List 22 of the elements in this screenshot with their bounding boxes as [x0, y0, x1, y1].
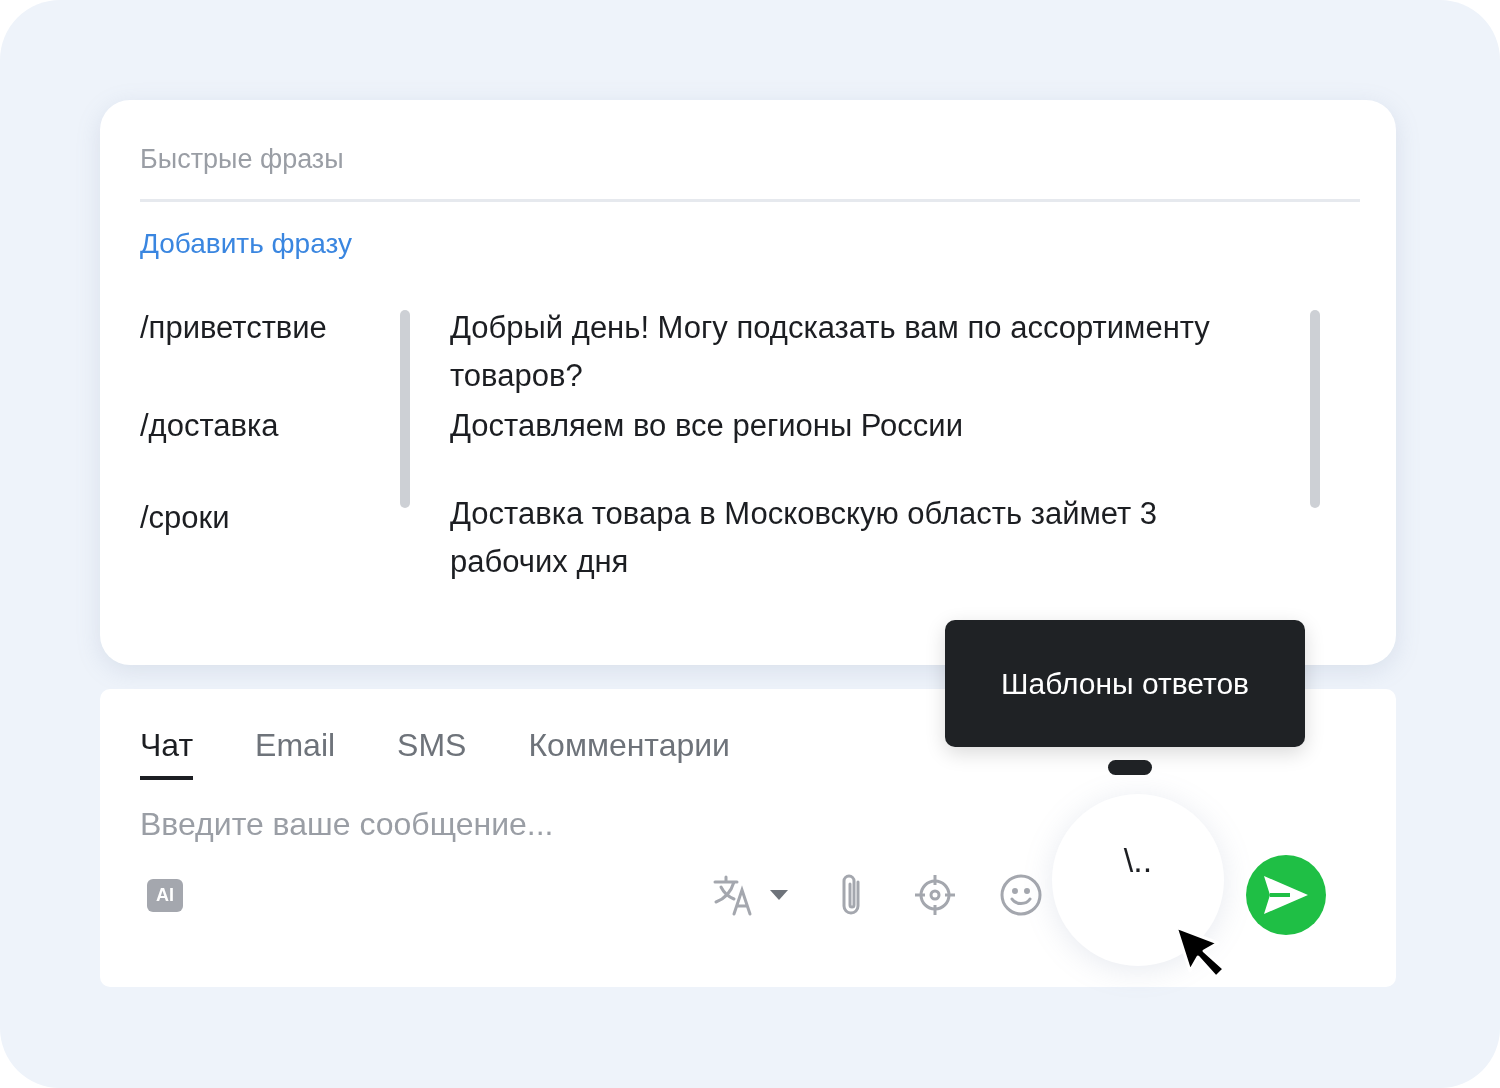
- tooltip-tail: [1108, 760, 1152, 775]
- phrase-text[interactable]: Доставка товара в Московскую область займет 3 рабочих дня: [450, 490, 1270, 586]
- send-icon: [1264, 876, 1308, 914]
- channel-tab[interactable]: SMS: [397, 719, 467, 780]
- caret-icon[interactable]: [770, 890, 788, 900]
- templates-button[interactable]: \..: [1052, 794, 1224, 966]
- phrase-command[interactable]: /доставка: [140, 402, 400, 494]
- phrase-text[interactable]: Доставляем во все регионы России: [450, 402, 1270, 450]
- scrollbar[interactable]: [400, 310, 410, 508]
- channel-tab[interactable]: Чат: [140, 719, 194, 780]
- channel-tab[interactable]: Комментарии: [528, 719, 730, 780]
- channel-tab[interactable]: Email: [255, 719, 336, 780]
- search-field[interactable]: Быстрые фразы: [140, 140, 1360, 202]
- phrase-text[interactable]: Добрый день! Могу подсказать вам по ассортименту товаров?: [450, 304, 1270, 400]
- scrollbar[interactable]: [1310, 310, 1320, 508]
- crosshair-icon[interactable]: [914, 874, 956, 916]
- add-phrase-link[interactable]: Добавить фразу: [140, 228, 352, 260]
- phrase-command[interactable]: /сроки: [140, 494, 400, 542]
- phrase-command[interactable]: /приветствие: [140, 304, 400, 402]
- message-field[interactable]: Введите ваше сообщение...: [140, 802, 940, 847]
- tooltip: Шаблоны ответов: [945, 620, 1305, 747]
- emoji-icon[interactable]: [1000, 874, 1042, 916]
